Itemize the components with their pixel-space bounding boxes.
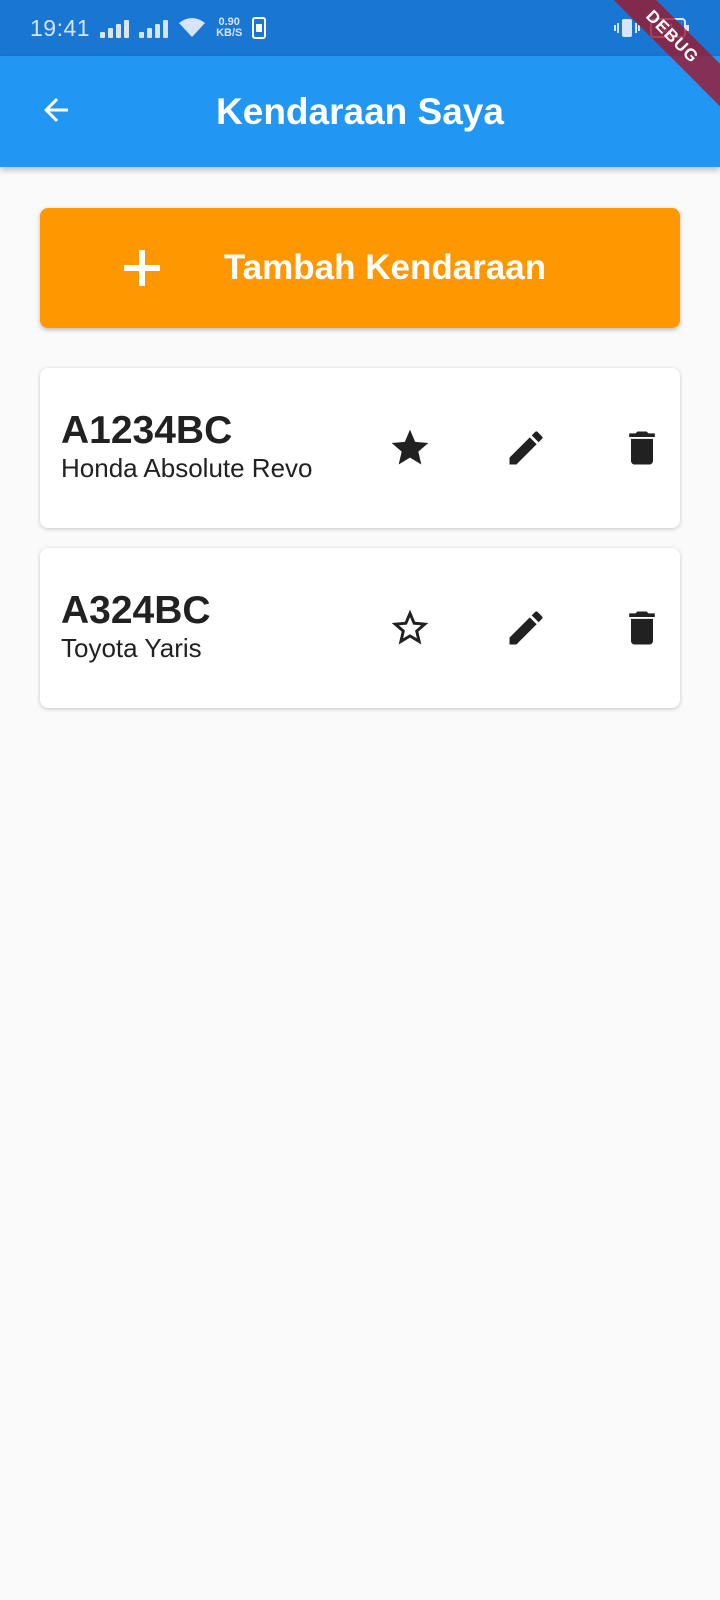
plus-icon	[124, 250, 160, 286]
star-outline-icon	[391, 609, 429, 645]
edit-button[interactable]	[496, 418, 556, 478]
vehicle-list: A1234BC Honda Absolute Revo A324BC Toyot…	[40, 368, 680, 728]
net-speed: 0.90 KB/S	[216, 17, 242, 39]
favorite-button[interactable]	[380, 418, 440, 478]
signal-icon	[139, 18, 169, 38]
star-filled-icon	[391, 429, 429, 465]
trash-icon	[629, 431, 655, 465]
signal-icon	[100, 18, 130, 38]
pencil-icon	[509, 431, 543, 465]
net-speed-unit: KB/S	[216, 27, 243, 39]
favorite-button[interactable]	[380, 598, 440, 658]
vehicle-model: Toyota Yaris	[61, 633, 202, 663]
page-title: Kendaraan Saya	[216, 90, 504, 132]
pencil-icon	[509, 611, 543, 645]
vehicle-info: A1234BC Honda Absolute Revo	[61, 410, 313, 484]
delete-button[interactable]	[612, 598, 672, 658]
vehicle-model: Honda Absolute Revo	[61, 453, 313, 483]
edit-button[interactable]	[496, 598, 556, 658]
trash-icon	[629, 611, 655, 645]
vehicle-plate: A1234BC	[61, 409, 233, 452]
vehicle-info: A324BC Toyota Yaris	[61, 590, 211, 664]
status-bar: 19:41 0.90 KB/S 61	[0, 0, 720, 56]
vehicle-card: A324BC Toyota Yaris	[40, 548, 680, 708]
status-time: 19:41	[30, 14, 91, 41]
vehicle-card: A1234BC Honda Absolute Revo	[40, 368, 680, 528]
delete-button[interactable]	[612, 418, 672, 478]
arrow-back-icon	[44, 98, 68, 122]
add-vehicle-button[interactable]: Tambah Kendaraan	[40, 208, 680, 328]
vehicle-plate: A324BC	[61, 589, 211, 632]
back-button[interactable]	[30, 84, 82, 136]
wifi-icon	[179, 18, 206, 37]
phone-icon	[252, 17, 267, 39]
app-bar: Kendaraan Saya	[0, 56, 720, 167]
status-icons: 0.90 KB/S	[100, 17, 267, 39]
